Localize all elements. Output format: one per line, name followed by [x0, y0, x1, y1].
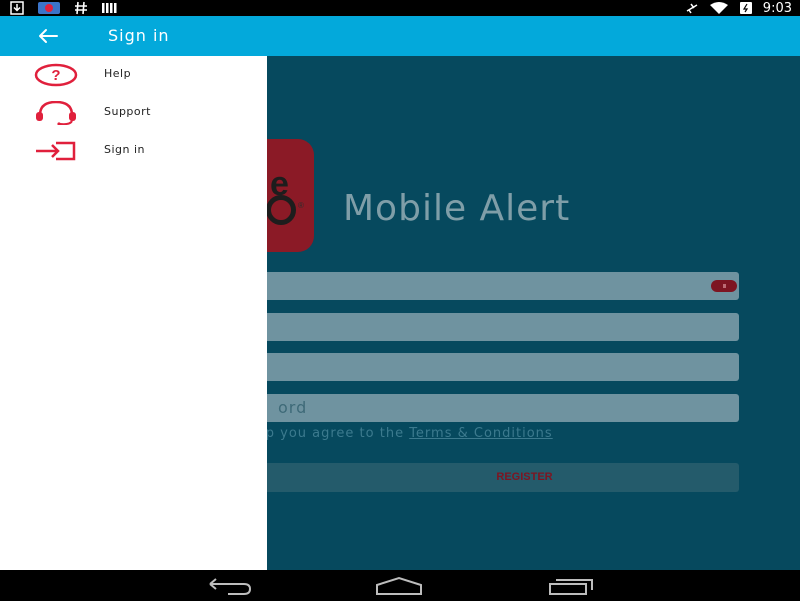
error-indicator-icon: [711, 280, 737, 292]
page-title: Sign in: [108, 26, 170, 45]
notification-app-icon: [38, 1, 60, 15]
headset-icon: [32, 100, 80, 126]
drawer-item-sign-in[interactable]: Sign in: [0, 132, 267, 170]
drawer-item-support[interactable]: Support: [0, 94, 267, 132]
username-field[interactable]: [230, 272, 739, 300]
email-field[interactable]: ɔ: [230, 313, 739, 341]
arrow-left-icon[interactable]: [36, 26, 60, 46]
signal-bars-icon: [102, 1, 118, 15]
phone-field[interactable]: [230, 353, 739, 381]
app-title: Mobile Alert: [343, 188, 571, 229]
airplane-icon: [685, 1, 699, 15]
terms-text: is app you agree to the Terms & Conditio…: [230, 426, 553, 441]
home-nav-icon[interactable]: [374, 576, 424, 596]
status-bar: 9:03: [0, 0, 800, 16]
download-icon: [10, 1, 24, 15]
terms-link[interactable]: Terms & Conditions: [409, 426, 553, 441]
app-bar: Sign in: [0, 16, 800, 56]
battery-icon: [739, 1, 753, 15]
register-button[interactable]: REGISTER: [230, 463, 739, 492]
sign-in-icon: [32, 139, 80, 163]
drawer-item-label: Help: [104, 67, 132, 80]
hash-icon: [74, 1, 88, 15]
back-nav-icon[interactable]: [204, 576, 254, 596]
registered-mark: ®: [298, 201, 304, 210]
system-nav-bar: [0, 570, 800, 600]
app-window: e ® Mobile Alert ɔ ord is app you agree …: [0, 16, 800, 570]
logo-ring: [266, 195, 296, 225]
recents-nav-icon[interactable]: [547, 576, 597, 596]
register-label: REGISTER: [496, 471, 553, 483]
drawer-item-label: Sign in: [104, 143, 146, 156]
status-clock: 9:03: [762, 0, 792, 16]
password-placeholder: ord: [278, 398, 308, 417]
drawer-item-help[interactable]: ? Help: [0, 56, 267, 94]
help-circle-icon: ?: [32, 63, 80, 87]
svg-text:?: ?: [51, 67, 60, 84]
password-field[interactable]: ord: [230, 394, 739, 422]
wifi-icon: [709, 1, 729, 15]
navigation-drawer: ? Help Support Sign in: [0, 56, 267, 570]
drawer-item-label: Support: [104, 105, 151, 118]
